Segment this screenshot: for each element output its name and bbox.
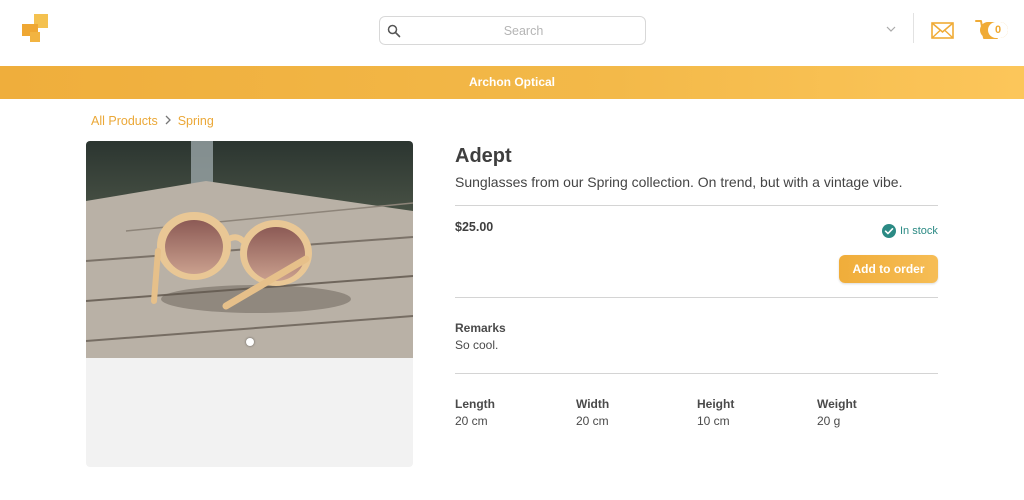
divider <box>455 205 938 206</box>
spec-height-label: Height <box>697 397 735 411</box>
product-gallery <box>86 141 413 467</box>
chevron-right-icon <box>158 114 178 128</box>
search-icon <box>387 24 401 38</box>
remarks-value: So cool. <box>455 338 499 352</box>
spec-weight-value: 20 g <box>817 414 841 428</box>
brand-logo-icon[interactable] <box>22 14 50 44</box>
divider <box>455 373 938 374</box>
product-title: Adept <box>455 145 512 167</box>
product-description: Sunglasses from our Spring collection. O… <box>455 174 903 190</box>
spec-length-label: Length <box>455 397 495 411</box>
spec-height-value: 10 cm <box>697 414 730 428</box>
chevron-down-icon[interactable] <box>885 24 897 34</box>
cart-count-badge: 0 <box>988 22 1008 38</box>
breadcrumb-all-products[interactable]: All Products <box>91 114 158 128</box>
search-input[interactable] <box>406 19 641 42</box>
search-box[interactable] <box>379 16 646 45</box>
spec-width-label: Width <box>576 397 610 411</box>
sunglasses-on-dock-photo[interactable] <box>86 141 413 358</box>
stock-status-label: In stock <box>900 225 938 237</box>
breadcrumb-spring[interactable]: Spring <box>178 114 214 128</box>
breadcrumb: All Products Spring <box>91 112 214 130</box>
header-divider <box>913 13 914 43</box>
envelope-icon[interactable] <box>931 22 954 39</box>
product-price: $25.00 <box>455 220 494 234</box>
carousel-dot-1[interactable] <box>246 338 254 346</box>
spec-width-value: 20 cm <box>576 414 609 428</box>
add-to-order-button[interactable]: Add to order <box>839 255 938 283</box>
remarks-label: Remarks <box>455 321 506 335</box>
store-banner: Archon Optical <box>0 66 1024 99</box>
top-bar: 0 <box>0 0 1024 66</box>
spec-length-value: 20 cm <box>455 414 488 428</box>
stock-status: In stock <box>882 223 938 239</box>
divider <box>455 297 938 298</box>
check-circle-icon <box>882 224 896 238</box>
spec-weight-label: Weight <box>817 397 857 411</box>
